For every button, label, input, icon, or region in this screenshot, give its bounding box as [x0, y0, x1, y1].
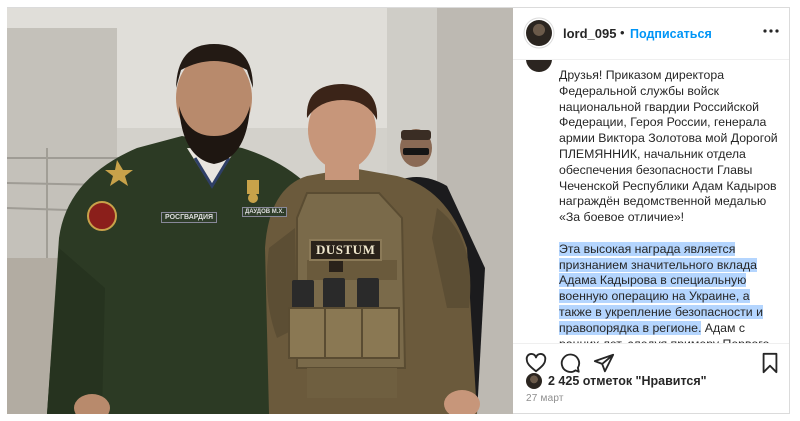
author-username[interactable]: lord_095: [563, 26, 616, 41]
name-patch-right: ДАУДОВ М.Х.: [242, 207, 288, 217]
post-date[interactable]: 27 март: [526, 393, 564, 404]
more-icon[interactable]: [762, 22, 780, 45]
vest-patch-dustum: DUSTUM: [309, 239, 383, 261]
caption-avatar[interactable]: [526, 60, 552, 72]
post-photo[interactable]: РОСГВАРДИЯ ДАУДОВ М.Х. DUSTUM: [7, 8, 513, 414]
likes-count[interactable]: 2 425 отметок "Нравится": [548, 374, 707, 388]
author-avatar[interactable]: [526, 20, 552, 46]
comment-icon[interactable]: [559, 352, 581, 374]
caption-scroll-area[interactable]: Друзья! Приказом директора Федеральной с…: [513, 60, 789, 344]
post-header: lord_095 • Подписаться: [513, 8, 789, 60]
header-separator: •: [620, 25, 625, 40]
share-icon[interactable]: [593, 352, 615, 374]
liker-avatar: [526, 373, 542, 389]
post-side-panel: lord_095 • Подписаться Друзья! Приказом …: [513, 8, 789, 414]
name-patch-rosgvardia: РОСГВАРДИЯ: [161, 212, 218, 223]
heart-icon[interactable]: [525, 352, 547, 374]
follow-button[interactable]: Подписаться: [630, 27, 712, 41]
post-caption: Друзья! Приказом директора Федеральной с…: [559, 68, 785, 343]
caption-paragraph-1: Друзья! Приказом директора Федеральной с…: [559, 68, 778, 225]
caption-paragraph-2: Эта высокая награда является признанием …: [559, 241, 785, 343]
bookmark-icon[interactable]: [759, 352, 781, 374]
